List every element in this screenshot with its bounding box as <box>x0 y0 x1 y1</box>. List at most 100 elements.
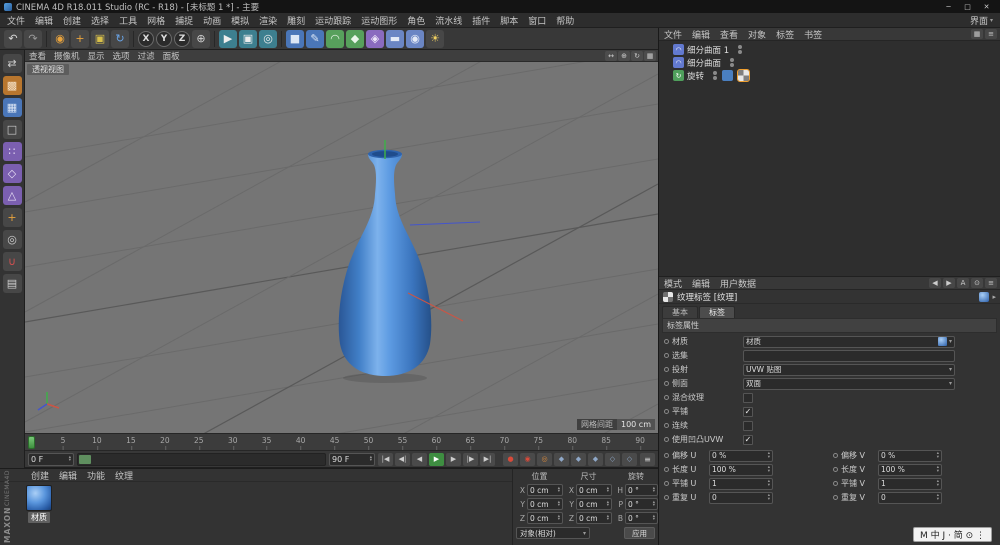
prev-frame-button[interactable]: ◀ <box>412 453 427 466</box>
points-mode-button[interactable]: ∷ <box>3 142 22 161</box>
coord-field-2-2[interactable]: 0 cm▴▾ <box>576 498 612 510</box>
viewport-solo-button[interactable]: ◎ <box>3 230 22 249</box>
menubar-item-2[interactable]: 编辑 <box>30 14 58 27</box>
timeline-tick-25[interactable]: 25 <box>194 436 204 445</box>
menubar-item-8[interactable]: 动画 <box>198 14 226 27</box>
timeline-tick-65[interactable]: 65 <box>466 436 476 445</box>
rotate-tool[interactable]: ↻ <box>111 30 129 48</box>
add-mesh-button[interactable]: ◆ <box>346 30 364 48</box>
uvw-tag[interactable] <box>722 70 733 81</box>
om-menu-1[interactable]: 文件 <box>659 28 687 41</box>
offset-v-field[interactable]: 0 %▴▾ <box>878 450 942 462</box>
link-menu-icon[interactable]: ▾ <box>949 338 952 345</box>
add-deformer-button[interactable]: ◈ <box>366 30 384 48</box>
toggle-views-button[interactable]: ▦ <box>644 51 656 61</box>
polygons-mode-button[interactable]: △ <box>3 186 22 205</box>
side-select[interactable]: 双面▾ <box>743 378 955 390</box>
timeline-tick-10[interactable]: 10 <box>92 436 102 445</box>
timeline-tick-35[interactable]: 35 <box>262 436 272 445</box>
render-view-button[interactable]: ▶ <box>219 30 237 48</box>
start-frame-spinner[interactable]: ▴▾ <box>69 456 71 463</box>
tiles-v-field[interactable]: 1▴▾ <box>878 478 942 490</box>
zoom-view-button[interactable]: ⊕ <box>618 51 630 61</box>
next-key-button[interactable]: |▶ <box>463 453 478 466</box>
viewport-menu-5[interactable]: 过滤 <box>134 50 159 62</box>
render-visibility-dot[interactable] <box>738 50 742 54</box>
tiles-u-field-spinner[interactable]: ▴▾ <box>768 480 770 487</box>
menubar-item-18[interactable]: 窗口 <box>523 14 551 27</box>
end-frame-spinner[interactable]: ▴▾ <box>370 456 372 463</box>
repetition-u-field[interactable]: 0▴▾ <box>709 492 773 504</box>
timeline-tick-15[interactable]: 15 <box>126 436 136 445</box>
end-frame-field[interactable]: 90 F ▴▾ <box>329 453 375 466</box>
am-menu-3[interactable]: 用户数据 <box>715 277 761 290</box>
live-selection-tool[interactable]: ◉ <box>51 30 69 48</box>
am-menu-2[interactable]: 编辑 <box>687 277 715 290</box>
snapping-button[interactable]: ∪ <box>3 252 22 271</box>
undo-button[interactable]: ↶ <box>4 30 22 48</box>
viewport-menu-2[interactable]: 摄像机 <box>50 50 84 62</box>
am-lock-icon[interactable]: ⊙ <box>971 278 983 288</box>
play-button[interactable]: ▶ <box>429 453 444 466</box>
interface-caret-icon[interactable]: ▾ <box>990 17 993 24</box>
goto-start-button[interactable]: |◀ <box>378 453 393 466</box>
attribute-tab-1[interactable]: 基本 <box>662 306 698 318</box>
repetition-u-field-spinner[interactable]: ▴▾ <box>768 494 770 501</box>
record-parameter-button[interactable]: ◇ <box>605 453 620 466</box>
axis-y-lock-button[interactable]: Y <box>156 31 172 47</box>
object-row-2[interactable]: ◠细分曲面 <box>659 56 1000 69</box>
maximize-button[interactable]: □ <box>958 3 977 11</box>
timeline-playhead[interactable] <box>28 436 35 449</box>
record-pla-button[interactable]: ◇ <box>622 453 637 466</box>
animation-options-button[interactable]: ≡ <box>640 453 655 466</box>
menubar-item-7[interactable]: 捕捉 <box>170 14 198 27</box>
interface-menu[interactable]: 界面 <box>970 14 988 27</box>
timeline-tick-50[interactable]: 50 <box>364 436 374 445</box>
model-mode-button[interactable]: ▩ <box>3 76 22 95</box>
workplane-mode-button[interactable]: □ <box>3 120 22 139</box>
offset-u-field-spinner[interactable]: ▴▾ <box>768 452 770 459</box>
texture-mode-button[interactable]: ▦ <box>3 98 22 117</box>
object-row-1[interactable]: ◠细分曲面 1 <box>659 43 1000 56</box>
coord-field-3-1[interactable]: 0 cm▴▾ <box>527 512 563 524</box>
add-camera-button[interactable]: ◉ <box>406 30 424 48</box>
tiles-v-field-spinner[interactable]: ▴▾ <box>937 480 939 487</box>
menubar-item-19[interactable]: 帮助 <box>551 14 579 27</box>
viewport-menu-4[interactable]: 选项 <box>109 50 134 62</box>
render-region-button[interactable]: ▣ <box>239 30 257 48</box>
timeline-tick-75[interactable]: 75 <box>534 436 544 445</box>
timeline-tick-45[interactable]: 45 <box>330 436 340 445</box>
om-menu-4[interactable]: 对象 <box>743 28 771 41</box>
add-light-button[interactable]: ☀ <box>426 30 444 48</box>
menubar-item-14[interactable]: 角色 <box>402 14 430 27</box>
object-row-3[interactable]: ↻旋转 <box>659 69 1000 82</box>
minimize-button[interactable]: ─ <box>939 3 958 11</box>
render-settings-button[interactable]: ◎ <box>259 30 277 48</box>
menubar-item-15[interactable]: 流水线 <box>430 14 467 27</box>
next-frame-button[interactable]: ▶ <box>446 453 461 466</box>
am-forward-icon[interactable]: ▶ <box>943 278 955 288</box>
timeline-tick-40[interactable]: 40 <box>296 436 306 445</box>
attribute-menu-icon[interactable]: ▸ <box>992 293 996 301</box>
timeline-tick-70[interactable]: 70 <box>500 436 510 445</box>
start-frame-field[interactable]: 0 F ▴▾ <box>28 453 74 466</box>
autokeying-button[interactable]: ◉ <box>520 453 535 466</box>
view-tab[interactable]: 透视视图 <box>27 64 69 75</box>
workplane-lock-button[interactable]: ▤ <box>3 274 22 293</box>
axis-z-line[interactable] <box>410 222 480 225</box>
menubar-item-13[interactable]: 运动图形 <box>356 14 402 27</box>
coordinate-system-select[interactable]: 对象(相对) ▾ <box>516 527 590 539</box>
selection-field[interactable] <box>743 350 955 362</box>
coord-field-2-3[interactable]: 0 °▴▾ <box>625 498 658 510</box>
length-v-field[interactable]: 100 %▴▾ <box>878 464 942 476</box>
record-rotation-button[interactable]: ◆ <box>588 453 603 466</box>
redo-button[interactable]: ↷ <box>24 30 42 48</box>
texture-tag[interactable] <box>738 70 749 81</box>
viewport-menu-1[interactable]: 查看 <box>25 50 50 62</box>
projection-select[interactable]: UVW 贴图▾ <box>743 364 955 376</box>
coord-field-3-2[interactable]: 0 cm▴▾ <box>576 512 612 524</box>
menubar-item-1[interactable]: 文件 <box>2 14 30 27</box>
material-menu-3[interactable]: 功能 <box>82 469 110 482</box>
material-link-field[interactable]: 材质▾ <box>743 336 955 348</box>
am-back-icon[interactable]: ◀ <box>929 278 941 288</box>
